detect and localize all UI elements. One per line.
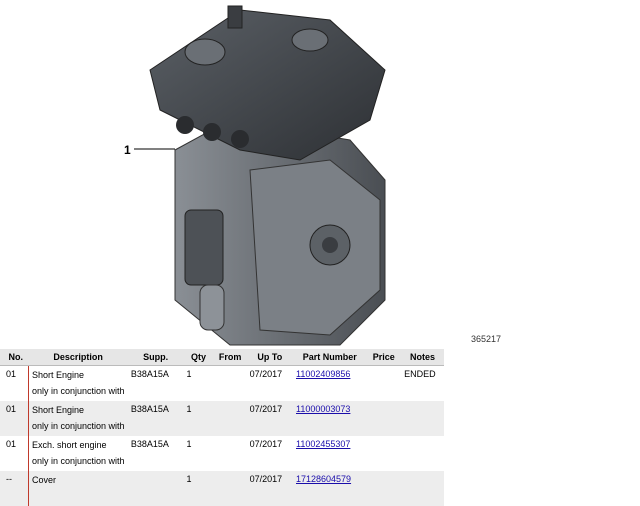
row-price <box>366 366 401 402</box>
row-part-number: 17128604579 <box>293 471 366 506</box>
diagram-id: 365217 <box>471 334 502 344</box>
header-up-to: Up To <box>246 349 293 366</box>
description-line-2: only in conjunction with <box>31 386 125 396</box>
parts-table: No. Description Supp. Qty From Up To Par… <box>0 349 444 506</box>
row-up-to: 07/2017 <box>249 404 283 414</box>
header-part-number: Part Number <box>293 349 367 366</box>
row-supp <box>128 471 184 506</box>
row-no: 01 <box>6 404 17 414</box>
row-notes <box>401 436 444 471</box>
row-qty: 1 <box>186 369 192 379</box>
row-qty: 1 <box>186 404 192 414</box>
row-description: Short Engine only in conjunction with <box>27 365 128 401</box>
header-notes: Notes <box>401 349 444 366</box>
row-up-to: 07/2017 <box>249 474 283 484</box>
header-no: No. <box>0 349 29 366</box>
engine-diagram <box>134 5 386 346</box>
description-line-1: Short Engine <box>31 370 85 380</box>
row-from <box>214 401 247 436</box>
row-description: Cover <box>27 471 128 506</box>
table-header-row: No. Description Supp. Qty From Up To Par… <box>0 349 444 366</box>
row-part-number: 11000003073 <box>293 401 366 436</box>
row-description: Short Engine only in conjunction with <box>27 401 128 436</box>
row-from <box>214 366 247 402</box>
row-up-to: 07/2017 <box>249 369 283 379</box>
row-price <box>366 436 401 471</box>
header-supp: Supp. <box>127 349 184 366</box>
row-price <box>366 471 401 506</box>
row-no: 01 <box>6 439 17 449</box>
row-up-to: 07/2017 <box>249 439 283 449</box>
description-line-1: Cover <box>31 475 56 485</box>
table-row: 01 Exch. short engine only in conjunctio… <box>0 436 444 471</box>
part-number-link[interactable]: 11000003073 <box>296 404 350 414</box>
row-supp: B38A15A <box>130 439 169 449</box>
description-line-2: only in conjunction with <box>31 421 125 431</box>
row-notes <box>401 471 444 506</box>
part-number-link[interactable]: 11002455307 <box>296 439 350 449</box>
description-line-2 <box>32 490 125 506</box>
part-number-link[interactable]: 17128604579 <box>296 474 351 484</box>
row-notes: ENDED <box>404 369 436 379</box>
row-part-number: 11002409856 <box>293 366 366 402</box>
row-qty: 1 <box>186 439 192 449</box>
description-line-2: only in conjunction with <box>31 456 125 466</box>
table-row: 01 Short Engine only in conjunction with… <box>0 401 444 436</box>
description-line-1: Exch. short engine <box>31 440 107 450</box>
row-qty: 1 <box>186 474 192 484</box>
row-part-number: 11002455307 <box>293 436 366 471</box>
row-from <box>214 436 247 471</box>
table-row: 01 Short Engine only in conjunction with… <box>0 365 444 402</box>
description-line-1: Short Engine <box>31 405 85 415</box>
table-row: -- Cover 1 07/2017 17128604579 <box>0 471 444 506</box>
row-no: 01 <box>6 369 17 379</box>
callout-1-label: 1 <box>124 143 131 157</box>
header-from: From <box>213 349 247 366</box>
header-qty: Qty <box>183 349 214 366</box>
row-supp: B38A15A <box>130 404 169 414</box>
part-number-link[interactable]: 11002409856 <box>296 369 350 379</box>
row-supp: B38A15A <box>130 369 169 379</box>
row-price <box>366 401 401 436</box>
header-description: Description <box>28 349 128 366</box>
row-from <box>214 471 247 506</box>
row-description: Exch. short engine only in conjunction w… <box>27 436 128 471</box>
header-price: Price <box>366 349 402 366</box>
row-notes <box>401 401 444 436</box>
row-no: -- <box>6 474 12 484</box>
